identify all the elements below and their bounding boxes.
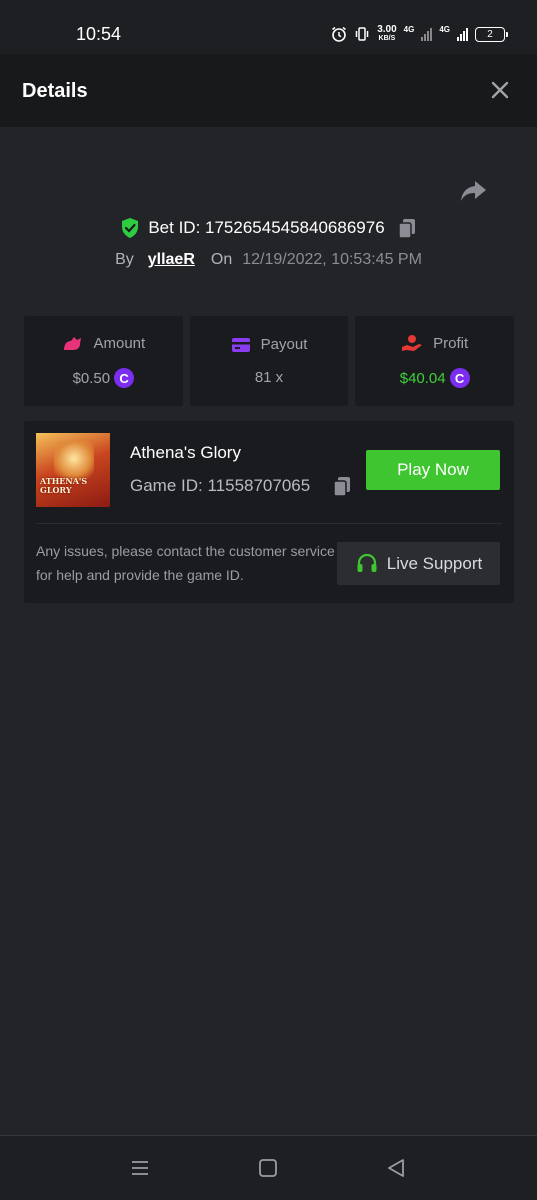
on-label: On	[210, 251, 233, 268]
copy-game-id-button[interactable]	[332, 475, 352, 502]
bet-id-row: Bet ID: 1752654545840686976	[0, 213, 537, 243]
menu-icon	[132, 1161, 148, 1175]
card-icon	[231, 337, 250, 352]
close-icon	[491, 81, 509, 99]
stat-value: 81 x	[254, 369, 284, 386]
home-button[interactable]	[256, 1156, 280, 1180]
battery-icon: 2	[475, 26, 508, 42]
stat-value: $0.50	[72, 369, 111, 387]
network-type-2: 4G	[439, 24, 450, 34]
profit-icon	[402, 335, 423, 351]
status-time: 10:54	[76, 24, 122, 44]
username-link[interactable]: yllaeR	[148, 251, 195, 269]
copy-icon	[333, 477, 350, 497]
alarm-icon	[332, 26, 347, 42]
page-title: Details	[22, 80, 88, 102]
by-label: By	[115, 251, 134, 268]
back-triangle-icon	[388, 1159, 404, 1177]
coin-icon: C	[449, 368, 470, 388]
bet-meta-row: By yllaeR On 12/19/2022, 10:53:45 PM	[0, 248, 537, 272]
home-square-icon	[259, 1159, 277, 1177]
copy-bet-id-button[interactable]	[397, 217, 417, 239]
game-id: Game ID: 11558707065	[130, 476, 311, 495]
network-speed: 3.00 KB/S	[377, 25, 396, 43]
bet-datetime: 12/19/2022, 10:53:45 PM	[242, 251, 422, 268]
shield-check-icon	[122, 218, 139, 238]
stat-card-amount: Amount $0.50 C	[24, 316, 183, 406]
network-type-1: 4G	[403, 24, 415, 34]
speed-value: 3.00	[377, 24, 397, 35]
recent-apps-button[interactable]	[128, 1156, 152, 1180]
stat-label: Payout	[260, 336, 308, 353]
bet-id: Bet ID: 1752654545840686976	[148, 218, 385, 237]
system-nav-bar	[0, 1135, 537, 1200]
play-now-button[interactable]: Play Now	[366, 450, 500, 490]
live-support-button[interactable]: Live Support	[337, 542, 500, 585]
amount-icon	[64, 337, 82, 350]
speed-unit: KB/S	[378, 35, 396, 42]
live-support-label: Live Support	[386, 553, 483, 573]
signal-icon	[457, 27, 468, 41]
details-header: Details	[0, 54, 537, 127]
close-button[interactable]	[488, 78, 512, 102]
stats-row: Amount $0.50 C Payout 81 x Profit $40.04…	[24, 316, 515, 406]
divider	[36, 523, 502, 524]
game-card: ATHENA'S GLORY Athena's Glory Game ID: 1…	[24, 421, 514, 603]
vibrate-icon	[355, 27, 369, 41]
battery-level: 2	[487, 28, 493, 40]
status-bar: 10:54 3.00 KB/S 4G 4G 2	[0, 0, 537, 54]
stat-card-profit: Profit $40.04 C	[355, 316, 515, 406]
thumbnail-logo: ATHENA'S GLORY	[40, 476, 88, 495]
coin-icon: C	[114, 368, 135, 388]
stat-value: $40.04	[399, 369, 446, 387]
share-button[interactable]	[458, 176, 488, 206]
stat-label: Profit	[433, 334, 469, 352]
support-message: Any issues, please contact the customer …	[36, 543, 335, 583]
stat-card-payout: Payout 81 x	[189, 316, 349, 406]
copy-icon	[397, 219, 415, 239]
back-button[interactable]	[384, 1156, 408, 1180]
game-thumbnail[interactable]: ATHENA'S GLORY	[36, 433, 110, 507]
share-icon	[461, 181, 486, 201]
headset-icon	[357, 553, 377, 572]
stat-label: Amount	[93, 334, 146, 352]
signal-icon	[421, 27, 433, 41]
status-icons: 3.00 KB/S 4G 4G 2	[331, 22, 508, 46]
game-name: Athena's Glory	[130, 443, 241, 462]
